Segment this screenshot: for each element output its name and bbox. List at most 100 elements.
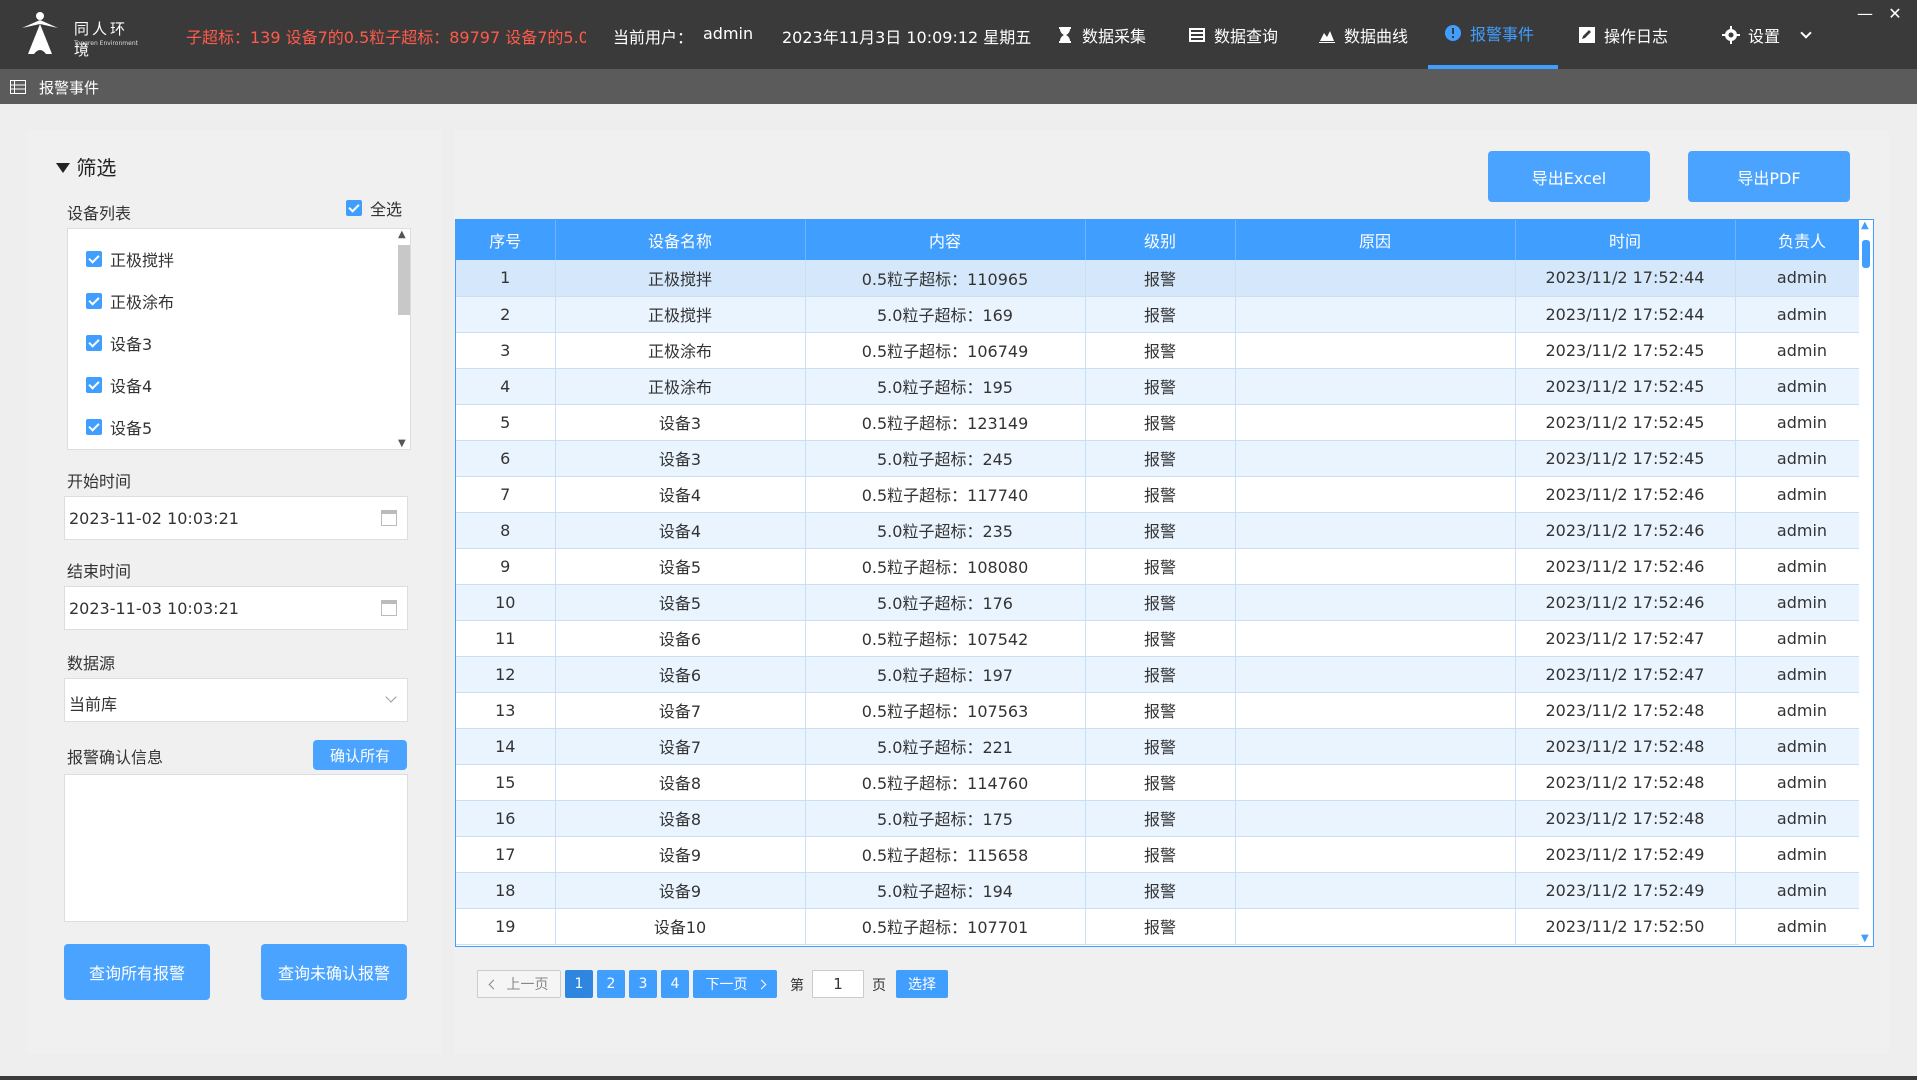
device-list-scrollbar[interactable]: ▲ ▼ xyxy=(396,229,410,449)
confirm-all-button[interactable]: 确认所有 xyxy=(313,740,407,770)
current-user-name: admin xyxy=(703,24,754,43)
table-scrollbar[interactable]: ▲ ▼ xyxy=(1859,220,1873,946)
nav-data-query[interactable]: 数据查询 xyxy=(1172,0,1294,69)
checkbox-icon xyxy=(86,419,102,435)
table-row[interactable]: 6 设备3 5.0粒子超标：245 报警 2023/11/2 17:52:45 admin xyxy=(456,440,1870,477)
bottom-border xyxy=(0,1076,1917,1080)
table-cell: 2023/11/2 17:52:47 xyxy=(1515,620,1736,657)
table-row[interactable]: 1 正极搅拌 0.5粒子超标：110965 报警 2023/11/2 17:52:44 a… xyxy=(456,260,1870,297)
table-row[interactable]: 3 正极涂布 0.5粒子超标：106749 报警 2023/11/2 17:52:45 a… xyxy=(456,332,1870,369)
table-row[interactable]: 17 设备9 0.5粒子超标：115658 报警 2023/11/2 17:52:49 a… xyxy=(456,836,1870,873)
confirm-info-label: 报警确认信息 xyxy=(67,748,164,767)
minimize-button[interactable]: — xyxy=(1855,4,1875,23)
calendar-icon[interactable] xyxy=(381,600,397,616)
prev-page-button[interactable]: 上一页 xyxy=(477,970,561,998)
table-cell: 2023/11/2 17:52:50 xyxy=(1515,908,1736,945)
select-all-label: 全选 xyxy=(370,200,403,219)
scroll-thumb[interactable] xyxy=(398,245,410,315)
table-cell: 19 xyxy=(456,908,556,945)
nav-settings[interactable]: 设置 xyxy=(1706,0,1826,69)
export-excel-button[interactable]: 导出Excel xyxy=(1488,151,1650,202)
table-cell: 2023/11/2 17:52:46 xyxy=(1515,584,1736,621)
nav-data-curve[interactable]: 数据曲线 xyxy=(1302,0,1424,69)
table-row[interactable]: 12 设备6 5.0粒子超标：197 报警 2023/11/2 17:52:47 admi… xyxy=(456,656,1870,693)
chevron-down-icon xyxy=(385,691,397,703)
table-cell xyxy=(1235,404,1516,441)
device-item[interactable]: 设备5 xyxy=(86,415,152,439)
table-cell xyxy=(1235,296,1516,333)
table-cell: admin xyxy=(1735,512,1870,549)
table-row[interactable]: 19 设备10 0.5粒子超标：107701 报警 2023/11/2 17:52:50… xyxy=(456,908,1870,945)
scroll-down-icon[interactable]: ▼ xyxy=(398,438,406,449)
close-button[interactable]: ✕ xyxy=(1885,4,1905,23)
table-row[interactable]: 14 设备7 5.0粒子超标：221 报警 2023/11/2 17:52:48 admi… xyxy=(456,728,1870,765)
column-header[interactable]: 设备名称 xyxy=(555,220,806,260)
device-item[interactable]: 设备4 xyxy=(86,373,152,397)
table-row[interactable]: 10 设备5 5.0粒子超标：176 报警 2023/11/2 17:52:46 admi… xyxy=(456,584,1870,621)
nav-alarm-events[interactable]: 报警事件 xyxy=(1428,0,1558,69)
column-header[interactable]: 时间 xyxy=(1515,220,1736,260)
current-datetime: 2023年11月3日 10:09:12 星期五 xyxy=(782,28,1032,47)
column-header[interactable]: 负责人 xyxy=(1735,220,1870,260)
table-cell: 5.0粒子超标：221 xyxy=(805,728,1086,765)
goto-page-input[interactable]: 1 xyxy=(812,970,864,998)
table-cell: 2023/11/2 17:52:44 xyxy=(1515,296,1736,333)
table-cell xyxy=(1235,872,1516,909)
page-button[interactable]: 2 xyxy=(597,970,625,998)
confirm-info-textarea[interactable] xyxy=(64,774,408,922)
table-cell: 14 xyxy=(456,728,556,765)
end-time-input[interactable]: 2023-11-03 10:03:21 xyxy=(64,586,408,630)
table-cell: admin xyxy=(1735,584,1870,621)
goto-page-button[interactable]: 选择 xyxy=(896,970,948,998)
table-cell: 0.5粒子超标：115658 xyxy=(805,836,1086,873)
nav-data-collection[interactable]: 数据采集 xyxy=(1040,0,1162,69)
query-unconfirmed-alarms-button[interactable]: 查询未确认报警 xyxy=(261,944,407,1000)
nav-operation-log[interactable]: 操作日志 xyxy=(1562,0,1684,69)
column-header[interactable]: 序号 xyxy=(456,220,556,260)
page-button[interactable]: 4 xyxy=(661,970,689,998)
page-button[interactable]: 1 xyxy=(565,970,593,998)
current-user-label: 当前用户： xyxy=(613,28,694,47)
scroll-thumb[interactable] xyxy=(1862,240,1870,268)
table-row[interactable]: 15 设备8 0.5粒子超标：114760 报警 2023/11/2 17:52:48 a… xyxy=(456,764,1870,801)
table-row[interactable]: 5 设备3 0.5粒子超标：123149 报警 2023/11/2 17:52:45 ad… xyxy=(456,404,1870,441)
table-cell: 4 xyxy=(456,368,556,405)
nav-label: 数据采集 xyxy=(1082,26,1147,46)
table-row[interactable]: 9 设备5 0.5粒子超标：108080 报警 2023/11/2 17:52:46 ad… xyxy=(456,548,1870,585)
table-row[interactable]: 16 设备8 5.0粒子超标：175 报警 2023/11/2 17:52:48 admi… xyxy=(456,800,1870,837)
table-row[interactable]: 4 正极涂布 5.0粒子超标：195 报警 2023/11/2 17:52:45 admi… xyxy=(456,368,1870,405)
scroll-up-icon[interactable]: ▲ xyxy=(398,229,406,240)
query-all-alarms-button[interactable]: 查询所有报警 xyxy=(64,944,210,1000)
export-pdf-button[interactable]: 导出PDF xyxy=(1688,151,1850,202)
table-cell: 2023/11/2 17:52:48 xyxy=(1515,800,1736,837)
table-row[interactable]: 11 设备6 0.5粒子超标：107542 报警 2023/11/2 17:52:47 a… xyxy=(456,620,1870,657)
page-button[interactable]: 3 xyxy=(629,970,657,998)
column-header[interactable]: 原因 xyxy=(1235,220,1516,260)
table-row[interactable]: 18 设备9 5.0粒子超标：194 报警 2023/11/2 17:52:49 admi… xyxy=(456,872,1870,909)
start-time-input[interactable]: 2023-11-02 10:03:21 xyxy=(64,496,408,540)
table-cell: 2023/11/2 17:52:46 xyxy=(1515,476,1736,513)
table-row[interactable]: 13 设备7 0.5粒子超标：107563 报警 2023/11/2 17:52:48 a… xyxy=(456,692,1870,729)
table-row[interactable]: 2 正极搅拌 5.0粒子超标：169 报警 2023/11/2 17:52:44 admi… xyxy=(456,296,1870,333)
table-cell: admin xyxy=(1735,692,1870,729)
table-cell xyxy=(1235,512,1516,549)
scroll-up-icon[interactable]: ▲ xyxy=(1861,220,1869,231)
table-row[interactable]: 8 设备4 5.0粒子超标：235 报警 2023/11/2 17:52:46 admin xyxy=(456,512,1870,549)
select-all-checkbox[interactable]: 全选 xyxy=(346,196,402,220)
next-page-button[interactable]: 下一页 xyxy=(693,970,777,998)
calendar-icon[interactable] xyxy=(381,510,397,526)
device-item[interactable]: 正极涂布 xyxy=(86,289,174,313)
scroll-down-icon[interactable]: ▼ xyxy=(1861,933,1869,944)
device-item[interactable]: 正极搅拌 xyxy=(86,247,174,271)
table-cell: 设备10 xyxy=(555,908,806,945)
top-bar: 同人环境 Tongren Environment 子超标：139 设备7的0.5… xyxy=(0,0,1917,69)
table-cell: 7 xyxy=(456,476,556,513)
column-header[interactable]: 级别 xyxy=(1085,220,1236,260)
device-item[interactable]: 设备3 xyxy=(86,331,152,355)
table-cell: 12 xyxy=(456,656,556,693)
filter-icon xyxy=(56,162,70,173)
data-source-select[interactable]: 当前库 xyxy=(64,678,408,722)
column-header[interactable]: 内容 xyxy=(805,220,1086,260)
nav-label: 操作日志 xyxy=(1604,26,1669,46)
table-row[interactable]: 7 设备4 0.5粒子超标：117740 报警 2023/11/2 17:52:46 ad… xyxy=(456,476,1870,513)
